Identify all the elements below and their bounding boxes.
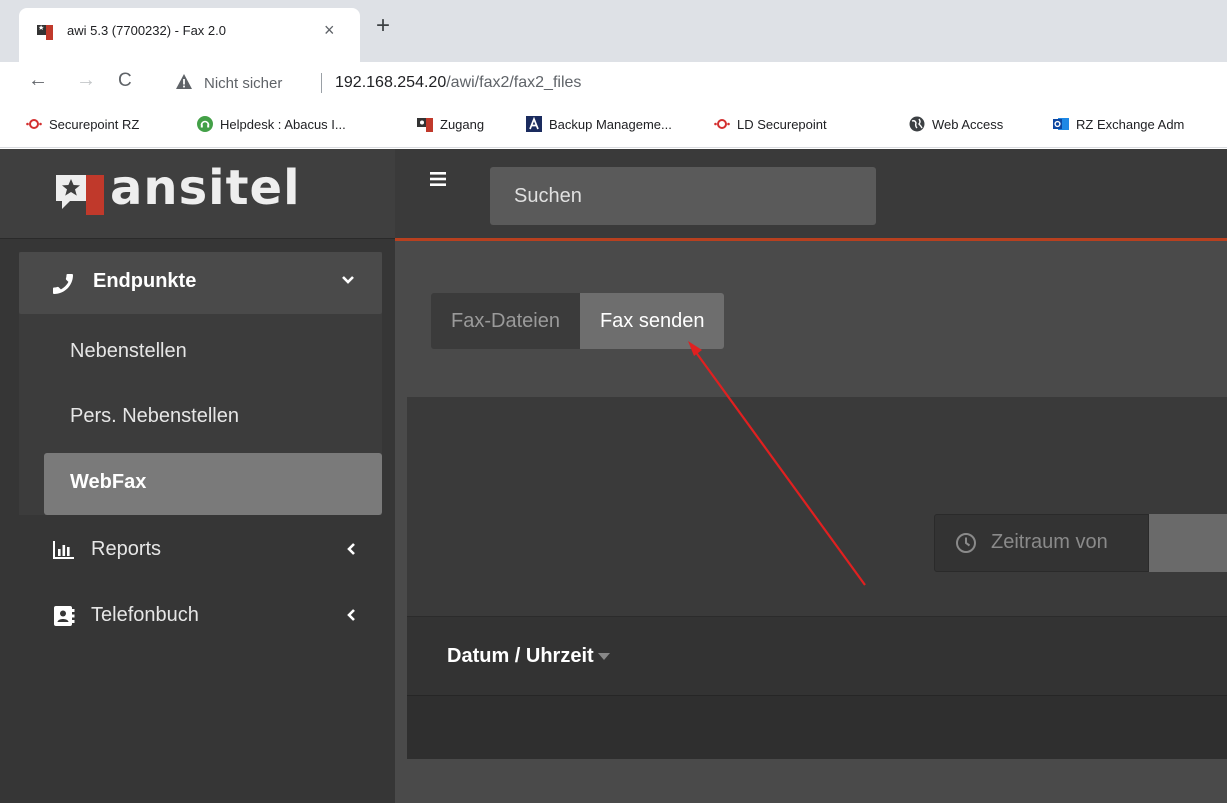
ansitel-favicon-icon [37,25,53,40]
bookmark-label: LD Securepoint [737,116,827,132]
bookmark-label: Securepoint RZ [49,116,140,132]
main-content: Fax-Dateien Fax senden Zeitraum von Datu… [395,244,1227,803]
sidebar-group-endpunkte: Endpunkte Nebenstellen Pers. Nebenstelle… [19,252,382,515]
bookmark-label: Helpdesk : Abacus I... [220,116,346,132]
tab-fax-dateien[interactable]: Fax-Dateien [431,293,580,349]
bookmark-backup-management[interactable]: Backup Manageme... [526,116,672,132]
sidebar: ansitel Endpunkte Nebenstellen Pers. Neb… [0,149,395,803]
date-from-input[interactable] [1149,514,1227,572]
fax-tab-group: Fax-Dateien Fax senden [431,293,725,349]
reload-icon[interactable]: C [118,71,132,90]
chevron-down-icon [342,276,354,284]
close-tab-icon[interactable]: × [324,20,335,41]
forward-arrow-icon[interactable]: → [76,70,96,90]
ansitel-icon [417,118,433,132]
sort-caret-icon [597,653,610,661]
url-text[interactable]: 192.168.254.20/awi/fax2/fax2_files [335,74,581,92]
sidebar-item-telefonbuch[interactable]: Telefonbuch [45,592,375,642]
url-path: /awi/fax2/fax2_files [446,74,582,91]
acronis-icon [526,116,542,132]
security-status[interactable]: Nicht sicher [204,75,282,92]
browser-tabstrip: awi 5.3 (7700232) - Fax 2.0 × + [0,0,1227,62]
bookmark-helpdesk[interactable]: Helpdesk : Abacus I... [197,116,346,132]
bar-chart-icon [53,541,74,559]
brand-name: ansitel [110,160,301,216]
bookmark-ld-securepoint[interactable]: LD Securepoint [714,116,827,132]
bookmark-label: RZ Exchange Adm [1076,116,1185,132]
address-book-icon [54,606,75,626]
securepoint-icon [714,119,730,129]
sidebar-item-label: Endpunkte [93,270,197,292]
app-root: ansitel Endpunkte Nebenstellen Pers. Neb… [0,149,1227,803]
table-body [407,696,1227,759]
hamburger-menu-icon[interactable] [430,171,446,187]
browser-tab[interactable]: awi 5.3 (7700232) - Fax 2.0 × [19,8,360,62]
date-range-filter: Zeitraum von [934,514,1227,572]
sidebar-item-label: Telefonbuch [91,604,199,626]
bookmark-label: Zugang [440,116,485,132]
search-input[interactable] [490,167,876,225]
omnibox-divider [321,73,322,93]
sidebar-item-label: Reports [91,538,162,560]
tab-fax-senden[interactable]: Fax senden [579,293,725,349]
sidebar-item-pers-nebenstellen[interactable]: Pers. Nebenstellen [44,387,382,449]
column-header-datum[interactable]: Datum / Uhrzeit [447,645,610,668]
outlook-icon [1053,118,1069,130]
app-topbar [395,149,1227,241]
brand-logo[interactable]: ansitel [0,149,395,239]
bookmark-zugang[interactable]: Zugang [417,116,484,132]
bookmarks-bar: Securepoint RZ Helpdesk : Abacus I... Zu… [0,104,1227,148]
back-arrow-icon[interactable]: ← [28,70,48,90]
address-bar[interactable]: Nicht sicher 192.168.254.20/awi/fax2/fax… [165,66,1227,100]
sidebar-item-reports[interactable]: Reports [45,526,375,576]
securepoint-icon [26,119,42,129]
date-range-label-text: Zeitraum von [991,531,1108,553]
table-header: Datum / Uhrzeit [407,616,1227,696]
ansitel-logo-icon [56,175,104,215]
fax-files-panel: Zeitraum von Datum / Uhrzeit [407,397,1227,759]
browser-tab-title: awi 5.3 (7700232) - Fax 2.0 [67,23,226,38]
sidebar-item-webfax[interactable]: WebFax [44,453,382,515]
bookmark-web-access[interactable]: Web Access [909,116,1003,132]
column-header-label: Datum / Uhrzeit [447,645,594,667]
warning-triangle-icon[interactable] [175,73,193,91]
browser-toolbar: ← → C Nicht sicher 192.168.254.20/awi/fa… [0,62,1227,104]
sidebar-item-label: WebFax [70,471,147,493]
sidebar-item-endpunkte[interactable]: Endpunkte [19,252,382,314]
clock-icon [956,533,976,553]
new-tab-icon[interactable]: + [376,14,390,38]
chevron-left-icon [347,543,355,555]
bookmark-label: Backup Manageme... [549,116,672,132]
sidebar-item-label: Nebenstellen [70,340,187,362]
sidebar-item-nebenstellen[interactable]: Nebenstellen [44,322,382,384]
bookmark-rz-exchange[interactable]: RZ Exchange Adm [1053,116,1184,132]
chevron-left-icon [347,609,355,621]
globe-icon [909,116,925,132]
sidebar-item-label: Pers. Nebenstellen [70,405,239,427]
phone-icon [53,274,73,294]
bookmark-securepoint-rz[interactable]: Securepoint RZ [26,116,139,132]
date-range-label: Zeitraum von [934,514,1149,572]
url-host: 192.168.254.20 [335,74,447,91]
bookmark-label: Web Access [932,116,1004,132]
helpdesk-icon [197,116,213,132]
